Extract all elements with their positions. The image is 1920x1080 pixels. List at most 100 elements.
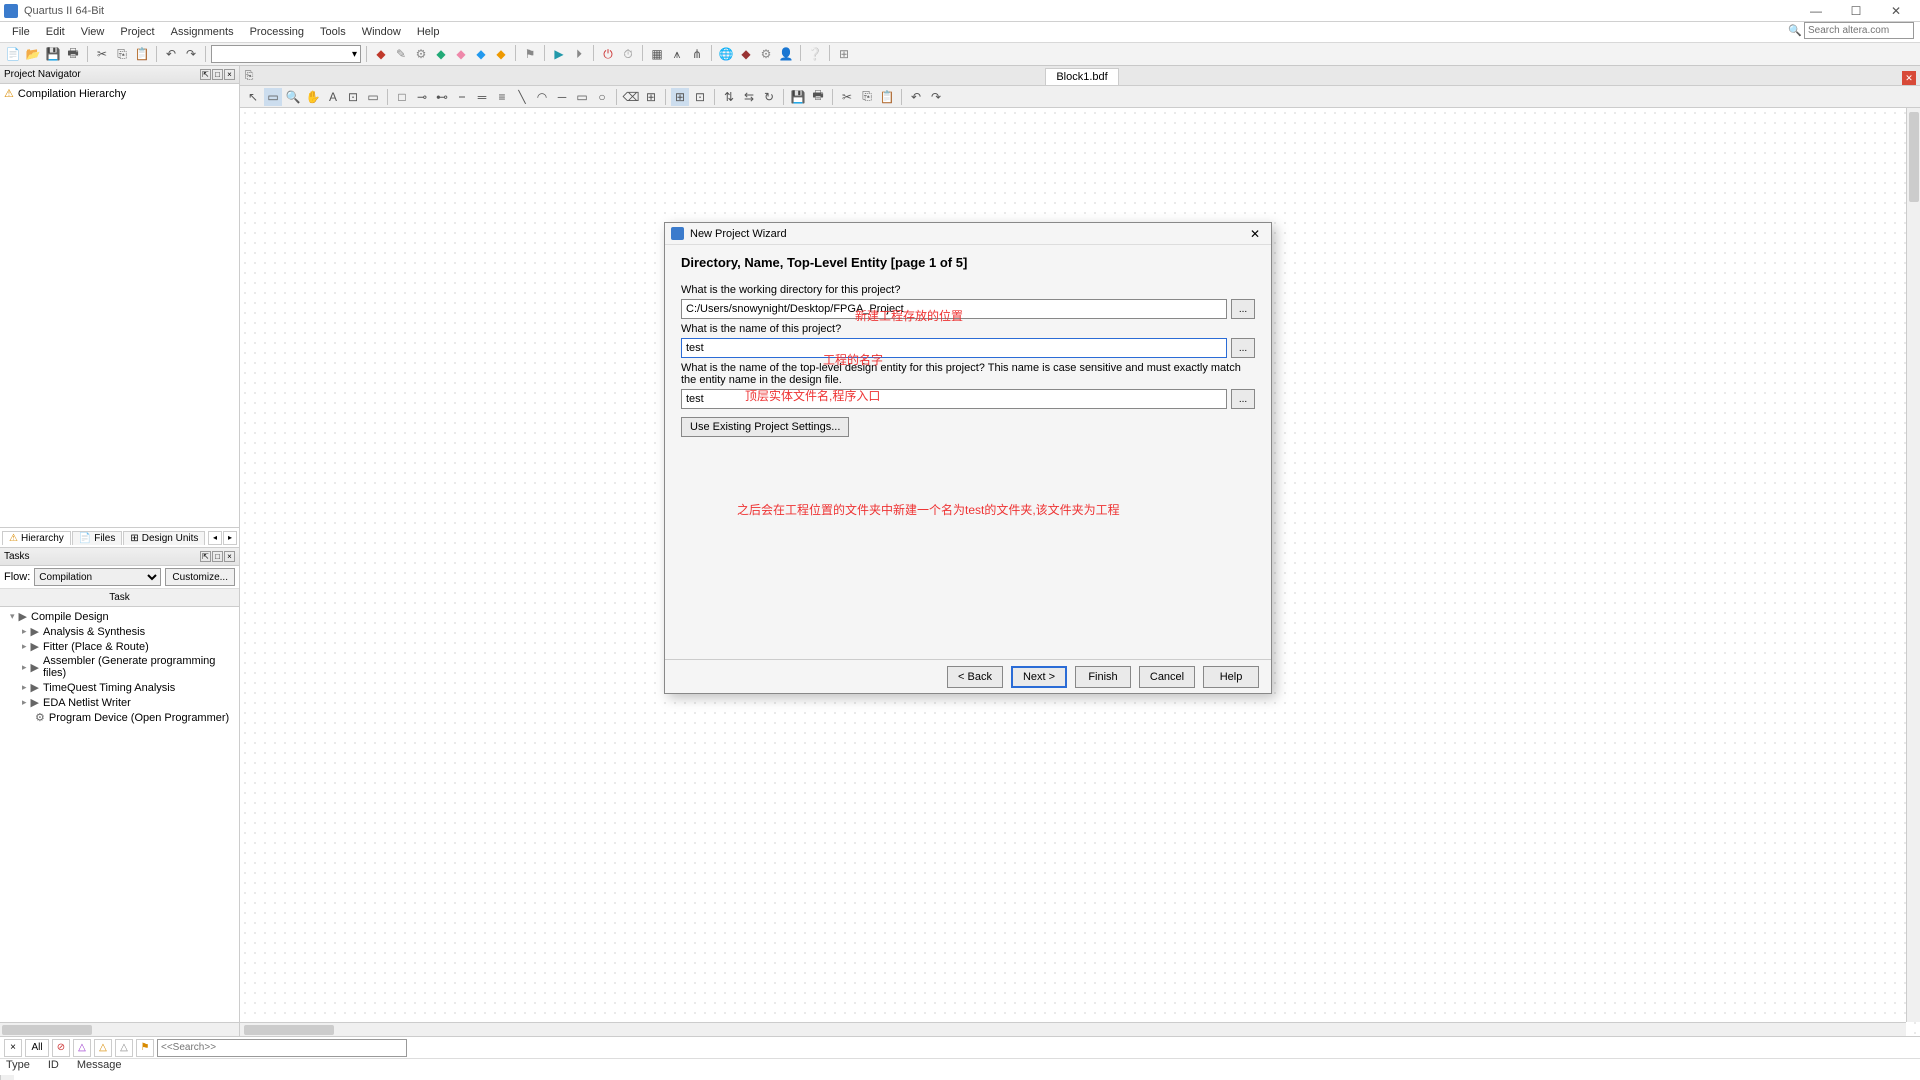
conduit-icon[interactable]: ≡ bbox=[493, 88, 511, 106]
msg-close-icon[interactable]: × bbox=[4, 1039, 22, 1057]
tool-icon-5[interactable]: ◆ bbox=[452, 45, 470, 63]
cut2-icon[interactable]: ✂ bbox=[838, 88, 856, 106]
close-button[interactable]: ✕ bbox=[1876, 1, 1916, 21]
tab-scroll-left[interactable]: ◂ bbox=[208, 531, 222, 545]
task-assembler[interactable]: ▸▶Assembler (Generate programming files) bbox=[2, 654, 237, 680]
wire-icon[interactable]: ⎯ bbox=[453, 88, 471, 106]
maximize-button[interactable]: ☐ bbox=[1836, 1, 1876, 21]
tool-icon-8[interactable]: ⚑ bbox=[521, 45, 539, 63]
doc-tab-close-icon[interactable]: ✕ bbox=[1902, 71, 1916, 85]
flow-select[interactable]: Compilation bbox=[34, 568, 161, 586]
select-icon[interactable]: ▭ bbox=[264, 88, 282, 106]
cut-icon[interactable]: ✂ bbox=[93, 45, 111, 63]
cancel-button[interactable]: Cancel bbox=[1139, 666, 1195, 688]
tool-icon-1[interactable]: ◆ bbox=[372, 45, 390, 63]
doc-tab-new-icon[interactable]: ⎘ bbox=[240, 67, 258, 85]
rect-icon[interactable]: ▭ bbox=[573, 88, 591, 106]
canvas-vscroll[interactable] bbox=[1906, 108, 1920, 1022]
customize-button[interactable]: Customize... bbox=[165, 568, 235, 586]
menu-processing[interactable]: Processing bbox=[242, 24, 312, 40]
task-program-device[interactable]: ⚙Program Device (Open Programmer) bbox=[2, 710, 237, 725]
pointer-icon[interactable]: ↖ bbox=[244, 88, 262, 106]
undo2-icon[interactable]: ↶ bbox=[907, 88, 925, 106]
net-icon[interactable]: ⋔ bbox=[688, 45, 706, 63]
flipv-icon[interactable]: ⇅ bbox=[720, 88, 738, 106]
sig-icon[interactable]: ⩚ bbox=[668, 45, 686, 63]
help-button[interactable]: Help bbox=[1203, 666, 1259, 688]
bus-icon[interactable]: ═ bbox=[473, 88, 491, 106]
redo2-icon[interactable]: ↷ bbox=[927, 88, 945, 106]
panel-menu-icon[interactable]: □ bbox=[212, 69, 223, 80]
partial-icon[interactable]: ⊞ bbox=[642, 88, 660, 106]
panel-pin-icon[interactable]: ⇱ bbox=[200, 69, 211, 80]
fliph-icon[interactable]: ⇆ bbox=[740, 88, 758, 106]
pin-icon[interactable]: ⊸ bbox=[413, 88, 431, 106]
gear-icon[interactable]: ⚙ bbox=[757, 45, 775, 63]
diag-icon[interactable]: ╲ bbox=[513, 88, 531, 106]
tasks-pin-icon[interactable]: ⇱ bbox=[200, 551, 211, 562]
menu-project[interactable]: Project bbox=[112, 24, 162, 40]
msg-filter-all[interactable]: All bbox=[25, 1039, 49, 1057]
save2-icon[interactable]: 💾 bbox=[789, 88, 807, 106]
person-icon[interactable]: 👤 bbox=[777, 45, 795, 63]
tasks-close-icon[interactable]: × bbox=[224, 551, 235, 562]
globe-icon[interactable]: 🌐 bbox=[717, 45, 735, 63]
task-compile-design[interactable]: ▾▶Compile Design bbox=[2, 609, 237, 624]
new-icon[interactable]: 📄 bbox=[4, 45, 22, 63]
tool-icon-6[interactable]: ◆ bbox=[472, 45, 490, 63]
tasks-scrollbar[interactable] bbox=[0, 1022, 239, 1036]
block-icon[interactable]: ▭ bbox=[364, 88, 382, 106]
play-icon[interactable]: ▶ bbox=[550, 45, 568, 63]
save-icon[interactable]: 💾 bbox=[44, 45, 62, 63]
messages-search-input[interactable] bbox=[157, 1039, 407, 1057]
tool-icon-7[interactable]: ◆ bbox=[492, 45, 510, 63]
search-input[interactable] bbox=[1804, 22, 1914, 39]
minimize-button[interactable]: — bbox=[1796, 1, 1836, 21]
menu-view[interactable]: View bbox=[73, 24, 113, 40]
help-icon[interactable]: ❔ bbox=[806, 45, 824, 63]
tab-files[interactable]: 📄Files bbox=[72, 531, 123, 545]
play2-icon[interactable]: ⏵ bbox=[570, 45, 588, 63]
rubber-icon[interactable]: ⌫ bbox=[622, 88, 640, 106]
name-browse-button[interactable]: ... bbox=[1231, 338, 1255, 358]
msg-flag-icon[interactable]: ⚑ bbox=[136, 1039, 154, 1057]
grid-icon[interactable]: ⊞ bbox=[671, 88, 689, 106]
snap-icon[interactable]: ⊡ bbox=[691, 88, 709, 106]
dialog-close-button[interactable]: ✕ bbox=[1245, 226, 1265, 242]
use-existing-button[interactable]: Use Existing Project Settings... bbox=[681, 417, 849, 437]
panel-close-icon[interactable]: × bbox=[224, 69, 235, 80]
print2-icon[interactable]: 🖶 bbox=[809, 88, 827, 106]
zoom-icon[interactable]: 🔍 bbox=[284, 88, 302, 106]
task-timequest[interactable]: ▸▶TimeQuest Timing Analysis bbox=[2, 680, 237, 695]
document-tab[interactable]: Block1.bdf bbox=[1045, 68, 1118, 85]
back-button[interactable]: < Back bbox=[947, 666, 1003, 688]
paste-icon[interactable]: 📋 bbox=[133, 45, 151, 63]
msg-filter-error-icon[interactable]: ⊘ bbox=[52, 1039, 70, 1057]
print-icon[interactable]: 🖶 bbox=[64, 45, 82, 63]
copy-icon[interactable]: ⎘ bbox=[113, 45, 131, 63]
tool-icon-4[interactable]: ◆ bbox=[432, 45, 450, 63]
rotate-icon[interactable]: ↻ bbox=[760, 88, 778, 106]
task-analysis-synthesis[interactable]: ▸▶Analysis & Synthesis bbox=[2, 624, 237, 639]
open-icon[interactable]: 📂 bbox=[24, 45, 42, 63]
tool-icon-3[interactable]: ⚙ bbox=[412, 45, 430, 63]
tasks-menu-icon[interactable]: □ bbox=[212, 551, 223, 562]
msg-filter-warning-icon[interactable]: △ bbox=[94, 1039, 112, 1057]
tab-hierarchy[interactable]: ⚠Hierarchy bbox=[2, 531, 71, 545]
timer-icon[interactable]: ⏱ bbox=[619, 45, 637, 63]
menu-window[interactable]: Window bbox=[354, 24, 409, 40]
tab-design-units[interactable]: ⊞Design Units bbox=[123, 531, 205, 545]
tool-icon-10[interactable]: ⊞ bbox=[835, 45, 853, 63]
arc-icon[interactable]: ◠ bbox=[533, 88, 551, 106]
chip-icon[interactable]: ▦ bbox=[648, 45, 666, 63]
tool-icon-9[interactable]: ◆ bbox=[737, 45, 755, 63]
copy2-icon[interactable]: ⎘ bbox=[858, 88, 876, 106]
msg-filter-critical-icon[interactable]: △ bbox=[73, 1039, 91, 1057]
undo-icon[interactable]: ↶ bbox=[162, 45, 180, 63]
pin2-icon[interactable]: ⊷ bbox=[433, 88, 451, 106]
line-icon[interactable]: ─ bbox=[553, 88, 571, 106]
task-fitter[interactable]: ▸▶Fitter (Place & Route) bbox=[2, 639, 237, 654]
menu-help[interactable]: Help bbox=[409, 24, 448, 40]
text-icon[interactable]: A bbox=[324, 88, 342, 106]
box-icon[interactable]: □ bbox=[393, 88, 411, 106]
